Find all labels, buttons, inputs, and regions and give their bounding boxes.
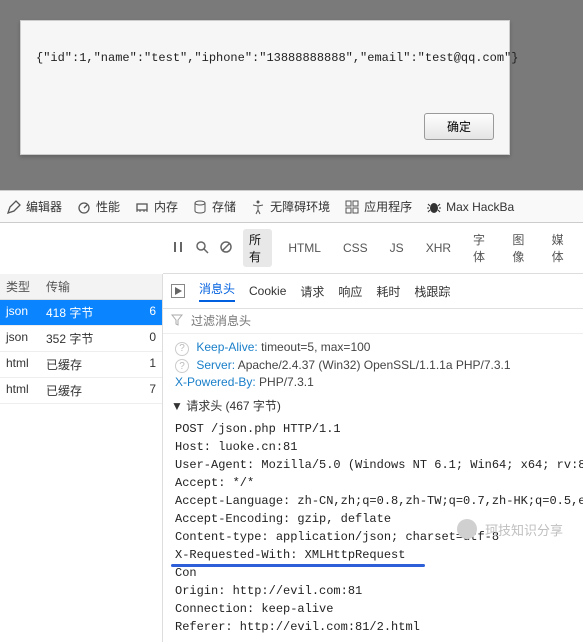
header-key: Keep-Alive: <box>196 340 257 354</box>
pen-icon <box>6 199 22 215</box>
network-request-list: 类型 传输 json 418 字节 6 json 352 字节 0 html 已… <box>0 274 163 642</box>
request-headers-label: 请求头 (467 字节) <box>186 399 281 413</box>
resend-icon[interactable] <box>171 284 185 298</box>
tab-stack[interactable]: 栈跟踪 <box>414 283 450 300</box>
filter-js[interactable]: JS <box>384 239 410 257</box>
tool-application[interactable]: 应用程序 <box>344 198 412 215</box>
header-key: X-Powered-By: <box>175 375 256 389</box>
accessibility-icon <box>250 199 266 215</box>
tool-memory[interactable]: 内存 <box>134 198 178 215</box>
table-row[interactable]: json 418 字节 6 <box>0 300 162 326</box>
filter-html[interactable]: HTML <box>282 239 327 257</box>
tool-storage[interactable]: 存储 <box>192 198 236 215</box>
table-header: 类型 传输 <box>0 274 162 300</box>
tab-cookie[interactable]: Cookie <box>249 284 286 298</box>
tool-performance[interactable]: 性能 <box>76 198 120 215</box>
request-detail-pane: 消息头 Cookie 请求 响应 耗时 栈跟踪 ? Keep-Alive: ti… <box>163 274 583 642</box>
network-filter-bar: 所有 HTML CSS JS XHR 字体 图像 媒体 <box>163 223 583 274</box>
search-icon[interactable] <box>195 240 209 257</box>
filter-css[interactable]: CSS <box>337 239 374 257</box>
filter-all[interactable]: 所有 <box>243 229 272 267</box>
request-headers-toggle[interactable]: ▼ 请求头 (467 字节) <box>171 397 571 414</box>
raw-request-block: POST /json.php HTTP/1.1 Host: luoke.cn:8… <box>175 420 571 636</box>
tab-request[interactable]: 请求 <box>300 283 324 300</box>
header-val: PHP/7.3.1 <box>259 375 314 389</box>
tab-headers[interactable]: 消息头 <box>199 280 235 302</box>
bug-icon <box>426 199 442 215</box>
tab-timing[interactable]: 耗时 <box>376 283 400 300</box>
alert-message: {"id":1,"name":"test","iphone":"13888888… <box>36 51 494 65</box>
tool-label: 存储 <box>212 198 236 215</box>
tool-label: 应用程序 <box>364 198 412 215</box>
block-icon[interactable] <box>219 240 233 257</box>
memory-icon <box>134 199 150 215</box>
col-trans[interactable]: 传输 <box>46 278 136 295</box>
response-headers-section: ? Keep-Alive: timeout=5, max=100 ? Serve… <box>163 334 583 642</box>
pause-icon[interactable] <box>171 240 185 257</box>
tool-accessibility[interactable]: 无障碍环境 <box>250 198 330 215</box>
table-row[interactable]: html 已缓存 7 <box>0 378 162 404</box>
grid-icon <box>344 199 360 215</box>
page-backdrop: {"id":1,"name":"test","iphone":"13888888… <box>0 0 583 190</box>
tool-label: 编辑器 <box>26 198 62 215</box>
storage-icon <box>192 199 208 215</box>
col-type[interactable]: 类型 <box>6 278 46 295</box>
filter-media[interactable]: 媒体 <box>546 229 575 267</box>
filter-image[interactable]: 图像 <box>506 229 535 267</box>
filter-font[interactable]: 字体 <box>467 229 496 267</box>
filter-xhr[interactable]: XHR <box>420 239 457 257</box>
tool-label: 性能 <box>96 198 120 215</box>
highlighted-header: X-Requested-With: XMLHttpRequest <box>175 546 405 564</box>
header-val: Apache/2.4.37 (Win32) OpenSSL/1.1.1a PHP… <box>238 358 511 372</box>
help-icon[interactable]: ? <box>175 359 189 373</box>
devtools-toolbar: 编辑器 性能 内存 存储 无障碍环境 应用程序 Max HackBa <box>0 190 583 223</box>
table-row[interactable]: html 已缓存 1 <box>0 352 162 378</box>
header-filter-row <box>163 309 583 334</box>
gauge-icon <box>76 199 92 215</box>
tool-label: Max HackBa <box>446 200 514 214</box>
ok-button[interactable]: 确定 <box>424 113 494 140</box>
tab-response[interactable]: 响应 <box>338 283 362 300</box>
tool-editor[interactable]: 编辑器 <box>6 198 62 215</box>
alert-dialog: {"id":1,"name":"test","iphone":"13888888… <box>20 20 510 155</box>
tool-maxhackbar[interactable]: Max HackBa <box>426 199 514 215</box>
table-row[interactable]: json 352 字节 0 <box>0 326 162 352</box>
header-key: Server: <box>196 358 235 372</box>
help-icon[interactable]: ? <box>175 342 189 356</box>
funnel-icon <box>171 314 183 329</box>
detail-tabs: 消息头 Cookie 请求 响应 耗时 栈跟踪 <box>163 274 583 309</box>
filter-headers-input[interactable] <box>189 313 575 329</box>
tool-label: 内存 <box>154 198 178 215</box>
header-val: timeout=5, max=100 <box>261 340 370 354</box>
tool-label: 无障碍环境 <box>270 198 330 215</box>
